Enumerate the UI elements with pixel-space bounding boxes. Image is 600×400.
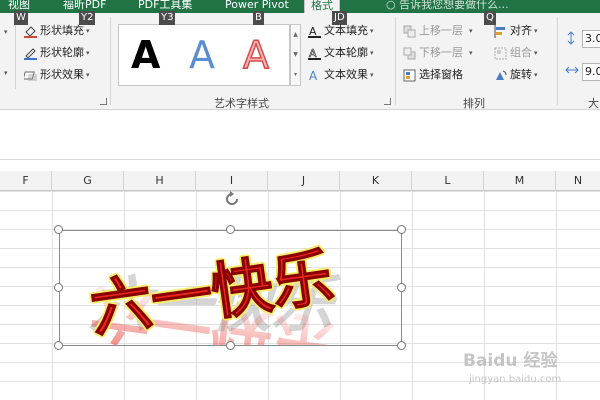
group-label: 组合 [510,46,532,59]
watermark-url: jingyan.baidu.com [468,374,561,385]
keytip-format: JD [332,11,347,25]
gallery-more-icon[interactable]: ▾ [291,65,300,85]
wordart-graphic: 六一快乐 六一快乐 六一快乐 六一快乐 [84,239,351,345]
resize-handle-left[interactable] [54,283,63,292]
wordart-sample-red-outline[interactable]: A [242,34,270,76]
column-header-n[interactable]: N [556,171,600,191]
shape-effects-icon [22,69,37,82]
formula-area [0,110,600,162]
rotate-handle-icon[interactable] [222,189,242,209]
keytip-tell-me: Q [484,11,496,25]
resize-handle-bottom[interactable] [226,341,235,350]
wordart-sample-black[interactable]: A [131,35,160,75]
wordart-shape[interactable]: 六一快乐 六一快乐 六一快乐 六一快乐 [54,225,406,350]
gallery-arrow-up[interactable]: ▾ [2,23,8,41]
column-header-l[interactable]: L [412,171,484,191]
column-header-row: F G H I J K L M N [0,171,600,191]
selection-pane-label: 选择窗格 [419,68,463,81]
keytip-view: W [14,11,28,25]
column-header-h[interactable]: H [124,171,196,191]
text-outline-label: 文本轮廓 [324,46,368,59]
keytip-power-pivot: B [253,11,264,25]
rotate-icon [494,69,507,82]
column-header-i[interactable]: I [196,171,268,191]
selection-pane-button[interactable]: 选择窗格 [403,66,463,84]
shape-width-icon [565,64,579,77]
wordart-gallery-scroll[interactable]: ▲ ▼ ▾ [290,24,301,86]
watermark-brand: Baidu 经验 [463,350,558,371]
formula-bar-divider [0,159,600,160]
group-icon [494,47,507,60]
align-icon [494,24,507,38]
column-header-k[interactable]: K [340,171,412,191]
column-header-f[interactable]: F [0,171,52,191]
baidu-jingyan-watermark: Baidu 经验 jingyan.baidu.com [463,350,561,385]
bring-forward-button[interactable]: 上移一层 ▾ [403,22,473,40]
column-header-g[interactable]: G [52,171,124,191]
wordart-styles-launcher[interactable] [384,98,391,105]
gallery-up-icon[interactable]: ▲ [291,25,300,45]
text-effects-icon: A [308,69,321,83]
gallery-arrow-down[interactable]: ▾ [2,64,8,82]
align-button[interactable]: 对齐 ▾ [494,22,538,40]
rotate-button[interactable]: 旋转 ▾ [494,66,538,84]
svg-text:A: A [309,69,318,82]
wordart-styles-group-label: 艺术字样式 [214,97,269,110]
keytip-pdf-tools: Y3 [159,11,176,25]
column-header-j[interactable]: J [268,171,340,191]
shape-height-input[interactable]: 3.0 [582,30,600,48]
wordart-gallery: A A A [118,24,290,86]
shape-height-icon [565,31,578,45]
resize-handle-bottom-right[interactable] [397,341,406,350]
pen-icon [24,47,37,60]
size-group-label: 大 [588,97,599,110]
paint-bucket-icon [24,25,37,38]
shape-outline-button[interactable]: 形状轮廓 ▾ [24,44,90,62]
text-outline-icon: A [308,46,321,60]
shape-fill-label: 形状填充 [40,24,84,37]
align-label: 对齐 [510,24,532,37]
bring-forward-label: 上移一层 [419,24,463,37]
send-backward-button[interactable]: 下移一层 ▾ [403,44,473,62]
tell-me-text: 告诉我您想要做什么... [399,0,509,11]
arrange-group-label: 排列 [463,97,485,110]
resize-handle-top-right[interactable] [397,225,406,234]
resize-handle-top-left[interactable] [54,225,63,234]
group-button[interactable]: 组合 ▾ [494,44,538,62]
gallery-down-icon[interactable]: ▼ [291,45,300,65]
text-effects-button[interactable]: A 文本效果 ▾ [308,66,374,84]
ribbon: ▾ ▾ 形状填充 ▾ 形状轮廓 ▾ 形状效果 ▾ A A A ▲ ▼ ▾ A 文本填充 [0,13,600,110]
text-effects-label: 文本效果 [324,68,368,81]
resize-handle-bottom-left[interactable] [54,341,63,350]
shape-outline-label: 形状轮廓 [40,46,84,59]
send-backward-label: 下移一层 [419,46,463,59]
selection-pane-icon [403,69,416,82]
keytip-foxit-pdf: Y2 [79,11,96,25]
text-outline-button[interactable]: A 文本轮廓 ▾ [308,44,374,62]
shape-styles-launcher[interactable] [100,98,107,105]
bring-forward-icon [403,25,416,38]
resize-handle-top[interactable] [226,225,235,234]
rotate-label: 旋转 [510,68,532,81]
shape-effects-label: 形状效果 [40,68,84,81]
resize-handle-right[interactable] [397,283,406,292]
text-fill-icon: A [308,25,321,38]
shape-effects-button[interactable]: 形状效果 ▾ [22,66,90,84]
send-backward-icon [403,47,416,60]
column-header-m[interactable]: M [484,171,556,191]
lightbulb-icon: ○ [386,0,396,11]
shape-width-input[interactable]: 9.0 [582,63,600,81]
wordart-sample-blue[interactable]: A [189,35,215,75]
